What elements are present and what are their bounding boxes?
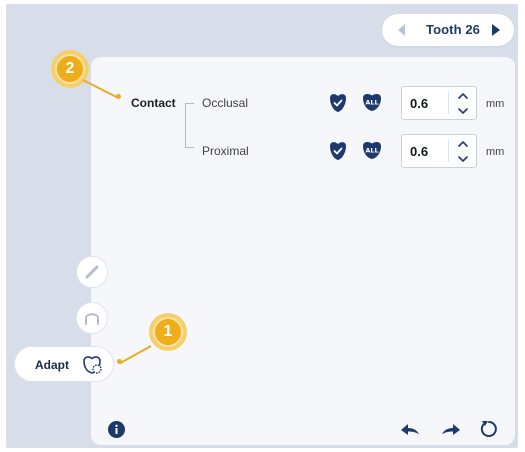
adapt-label: Adapt bbox=[35, 358, 69, 372]
chevron-left-icon[interactable] bbox=[398, 24, 405, 36]
redo-icon[interactable] bbox=[440, 421, 462, 437]
stepper-divider bbox=[448, 140, 449, 162]
tooth-label: Tooth 26 bbox=[426, 22, 480, 37]
occlusal-value-stepper[interactable]: 0.6 bbox=[401, 86, 477, 120]
bracket-line bbox=[185, 103, 186, 147]
callout-badge: 2 bbox=[51, 50, 89, 88]
tooth-all-icon[interactable]: ALL bbox=[361, 140, 383, 162]
callout-badge: 1 bbox=[149, 313, 187, 351]
callout-number: 2 bbox=[55, 54, 85, 84]
callout-number: 1 bbox=[153, 317, 183, 347]
occlusal-label: Occlusal bbox=[202, 96, 249, 110]
proximal-unit: mm bbox=[486, 146, 505, 158]
occlusal-value[interactable]: 0.6 bbox=[410, 96, 428, 111]
info-icon[interactable] bbox=[108, 421, 125, 438]
adapt-button[interactable]: Adapt bbox=[14, 346, 114, 382]
tooth-all-label: ALL bbox=[365, 147, 378, 155]
tooth-check-icon[interactable] bbox=[327, 92, 349, 114]
proximal-label: Proximal bbox=[202, 144, 249, 158]
stepper-divider bbox=[448, 92, 449, 114]
chevron-down-icon[interactable] bbox=[456, 153, 470, 165]
arch-tool-button[interactable] bbox=[76, 302, 108, 334]
bracket-line bbox=[185, 103, 194, 104]
reset-icon[interactable] bbox=[479, 418, 499, 438]
undo-icon[interactable] bbox=[399, 421, 421, 437]
contact-title: Contact bbox=[131, 96, 176, 110]
tooth-all-icon[interactable]: ALL bbox=[361, 92, 383, 114]
tooth-adapt-icon bbox=[83, 356, 102, 374]
bracket-line bbox=[185, 147, 194, 148]
pencil-tool-button[interactable] bbox=[76, 256, 108, 288]
pencil-icon bbox=[85, 265, 99, 279]
chevron-up-icon[interactable] bbox=[456, 138, 470, 150]
proximal-value-stepper[interactable]: 0.6 bbox=[401, 134, 477, 168]
chevron-down-icon[interactable] bbox=[456, 105, 470, 117]
occlusal-unit: mm bbox=[486, 98, 505, 110]
proximal-value[interactable]: 0.6 bbox=[410, 144, 428, 159]
chevron-right-icon[interactable] bbox=[492, 24, 500, 36]
arch-icon bbox=[85, 313, 99, 325]
chevron-up-icon[interactable] bbox=[456, 90, 470, 102]
tooth-navigator: Tooth 26 bbox=[382, 14, 514, 46]
tooth-check-icon[interactable] bbox=[327, 140, 349, 162]
callout-leader-dot bbox=[116, 94, 121, 99]
tooth-all-label: ALL bbox=[365, 99, 378, 107]
callout-leader-dot bbox=[117, 359, 122, 364]
